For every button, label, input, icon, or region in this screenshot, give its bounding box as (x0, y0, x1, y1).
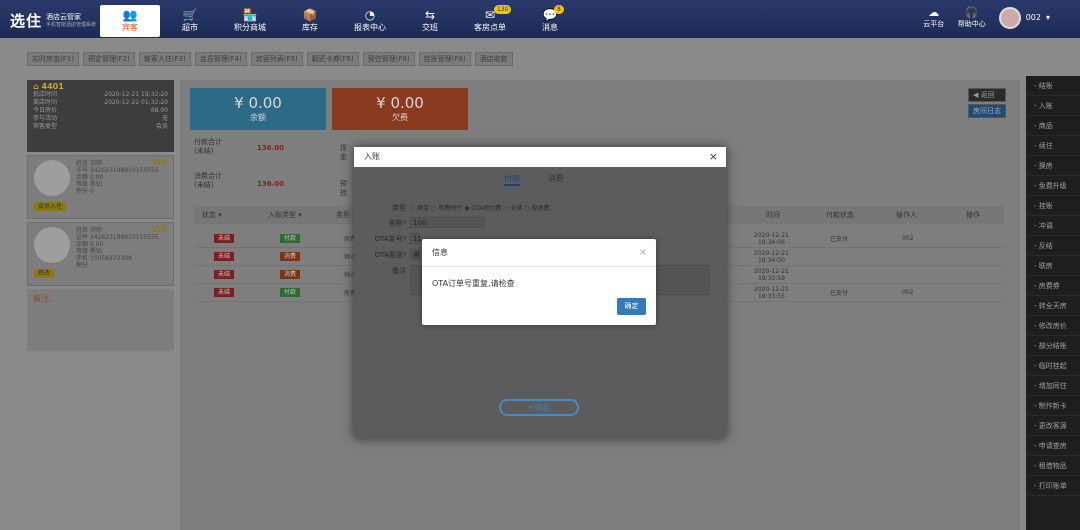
tab-realtime-status[interactable]: 实时房态(F1) (27, 52, 79, 66)
action-sidebar: - 结账 - 入账 - 商品 - 续住 - 换房 - 免费升级 - 挂账 - 冲… (1026, 76, 1080, 530)
edit-guest-button[interactable]: 修改 (34, 269, 55, 278)
user-menu[interactable]: 002 ▾ (998, 6, 1050, 29)
avatar (998, 6, 1021, 29)
room-info: ⌂ 4401 抵店时间 2020-12-21 19:32:20 离店时间 2020-… (27, 80, 174, 152)
nav-inventory[interactable]: 📦 库存 (280, 5, 340, 37)
totals: 付款合计 (未结) 136.00 现金 消费合计 (未结) 136.00 预授 (194, 138, 347, 197)
nav-shift[interactable]: ⇆ 交班 (400, 5, 460, 37)
sidebar-item-free-upgrade[interactable]: - 免费升级 (1026, 176, 1080, 196)
store-icon: 🏪 (242, 8, 258, 22)
radio-cash[interactable]: ○ 现收费 (524, 205, 549, 212)
guests-icon: 👥 (122, 8, 138, 22)
vip-badge: VIP (151, 225, 167, 234)
back-button[interactable]: ◀ 返回 (968, 88, 1006, 102)
tab-members[interactable]: 会员管理(F4) (194, 52, 247, 66)
tab-guest-list[interactable]: 宾客列表(F5) (250, 52, 303, 66)
nav-room-orders[interactable]: 130 ✉ 客房点单 (460, 5, 520, 37)
nav-market[interactable]: 🛒 超市 (160, 5, 220, 37)
tab-reservations[interactable]: 预定管理(F2) (82, 52, 135, 66)
sidebar-item-rent-items[interactable]: - 租借物品 (1026, 456, 1080, 476)
vip-badge: VIP (151, 158, 167, 167)
sidebar-item-make-card[interactable]: - 制作新卡 (1026, 396, 1080, 416)
room-orders-badge: 130 (494, 5, 512, 14)
top-right-tools: ☁ 云平台 🎧 帮助中心 002 ▾ (915, 6, 1080, 29)
sidebar-item-add-cohabitant[interactable]: - 增加同住 (1026, 376, 1080, 396)
room-log-button[interactable]: 房间日志 (968, 104, 1006, 118)
tab-walkin-checkin[interactable]: 散客入住(F3) (138, 52, 191, 66)
sidebar-item-suspend[interactable]: - 临时挂起 (1026, 356, 1080, 376)
main-nav: 👥 宾客 🛒 超市 🏪 积分商城 📦 库存 ◔ 报表中心 ⇆ 交班 130 ✉ 客房点单 8 💬 消… (100, 5, 580, 37)
sidebar-item-print-bill[interactable]: - 打印账单 (1026, 476, 1080, 496)
balance-card: ¥ 0.00 余额 (190, 88, 326, 130)
alert-message: OTA订单号重复,请检查 (432, 279, 515, 288)
close-icon[interactable]: × (709, 147, 718, 167)
radio-deposit[interactable]: ○ 押金 (410, 205, 429, 212)
close-icon[interactable]: × (639, 239, 647, 267)
top-bar: 选住 酒店云管家 手机智能酒店管理系统 👥 宾客 🛒 超市 🏪 积分商城 📦 库存 ◔ 报… (0, 0, 1080, 38)
home-icon: ⌂ (33, 82, 42, 91)
sidebar-item-reverse[interactable]: - 反结 (1026, 236, 1080, 256)
sidebar-item-change-room[interactable]: - 换房 (1026, 156, 1080, 176)
guest-photo (34, 227, 70, 263)
cloud-icon: ☁ (928, 6, 940, 19)
tab-payment[interactable]: 付款 (504, 173, 520, 186)
tab-prestay[interactable]: 预住管理(F8) (362, 52, 415, 66)
info-alert: 信息 × OTA订单号重复,请检查 确定 (422, 239, 656, 325)
help-center-button[interactable]: 🎧 帮助中心 (953, 6, 991, 29)
logo: 选住 酒店云管家 手机智能酒店管理系统 (10, 12, 97, 30)
alert-ok-button[interactable]: 确定 (617, 298, 646, 315)
pie-icon: ◔ (364, 8, 376, 22)
radio-ota-prepay[interactable]: ◉ OTA预付费 (464, 205, 501, 212)
cart-icon: 🛒 (182, 8, 198, 22)
sidebar-item-room-check[interactable]: - 申请查房 (1026, 436, 1080, 456)
confirm-button[interactable]: ✔确定 (499, 399, 579, 416)
guest-card: VIP 姓名 刘帅 卡号 342623198910155555 余额 0.00 … (27, 155, 174, 219)
nav-points-mall[interactable]: 🏪 积分商城 (220, 5, 280, 37)
dialog-tabs: 付款 消费 (504, 173, 564, 186)
member-checkin-button[interactable]: 会员入住 (34, 202, 67, 211)
ota-order-input[interactable]: 11 (410, 233, 422, 244)
sidebar-item-goods[interactable]: - 商品 (1026, 116, 1080, 136)
cloud-platform-button[interactable]: ☁ 云平台 (915, 6, 953, 29)
alert-header: 信息 × (422, 239, 656, 267)
room-number: ⌂ 4401 (33, 82, 64, 91)
ota-channel-select[interactable]: 美 (410, 249, 420, 260)
guest-photo (34, 160, 70, 196)
sidebar-item-post[interactable]: - 入账 (1026, 96, 1080, 116)
chevron-down-icon: ▾ (1045, 13, 1050, 22)
sidebar-item-edit-price[interactable]: - 修改房价 (1026, 316, 1080, 336)
sidebar-item-room-voucher[interactable]: - 房费券 (1026, 276, 1080, 296)
tab-hotel-payment[interactable]: 酒店收款 (474, 52, 513, 66)
nav-messages[interactable]: 8 💬 消息 (520, 5, 580, 37)
radio-all[interactable]: ○ 全部 (503, 205, 522, 212)
tab-credit[interactable]: 挂账管理(F9) (418, 52, 471, 66)
nav-guests[interactable]: 👥 宾客 (100, 5, 160, 37)
entry-type-filter[interactable]: 入账类型 ▾ (268, 210, 302, 220)
sidebar-item-change-source[interactable]: - 更改客源 (1026, 416, 1080, 436)
radio-room-prepay[interactable]: ○ 房费预付 (431, 205, 462, 212)
tab-consumption[interactable]: 消费 (548, 173, 564, 186)
box-icon: 📦 (302, 8, 318, 22)
headset-icon: 🎧 (964, 6, 979, 19)
guest-card: VIP 姓名 刘帅 证件 342623198910155555 余额 0.00 … (27, 222, 174, 286)
left-column: ⌂ 4401 抵店时间 2020-12-21 19:32:20 离店时间 2020-… (27, 80, 174, 351)
amount-input[interactable]: 100 (410, 217, 485, 228)
messages-badge: 8 (554, 5, 564, 14)
sidebar-item-adjust[interactable]: - 冲调 (1026, 216, 1080, 236)
sidebar-item-extend[interactable]: - 续住 (1026, 136, 1080, 156)
function-tabs: 实时房态(F1) 预定管理(F2) 散客入住(F3) 会员管理(F4) 宾客列表… (27, 52, 513, 66)
sidebar-item-credit[interactable]: - 挂账 (1026, 196, 1080, 216)
right-buttons: ◀ 返回 房间日志 (968, 88, 1006, 120)
sidebar-item-checkout[interactable]: - 结账 (1026, 76, 1080, 96)
shift-icon: ⇆ (424, 8, 436, 22)
sidebar-item-full-day[interactable]: - 转全天房 (1026, 296, 1080, 316)
sidebar-item-link-room[interactable]: - 联房 (1026, 256, 1080, 276)
nav-reports[interactable]: ◔ 报表中心 (340, 5, 400, 37)
tab-coupons[interactable]: 翻还卡券(F6) (306, 52, 359, 66)
sidebar-item-partial-checkout[interactable]: - 部分结账 (1026, 336, 1080, 356)
owe-card: ¥ 0.00 欠费 (332, 88, 468, 130)
status-filter[interactable]: 状态 ▾ (202, 210, 222, 220)
remark-box: 备注: (27, 289, 174, 351)
dialog-header: 入账 × (354, 147, 726, 167)
